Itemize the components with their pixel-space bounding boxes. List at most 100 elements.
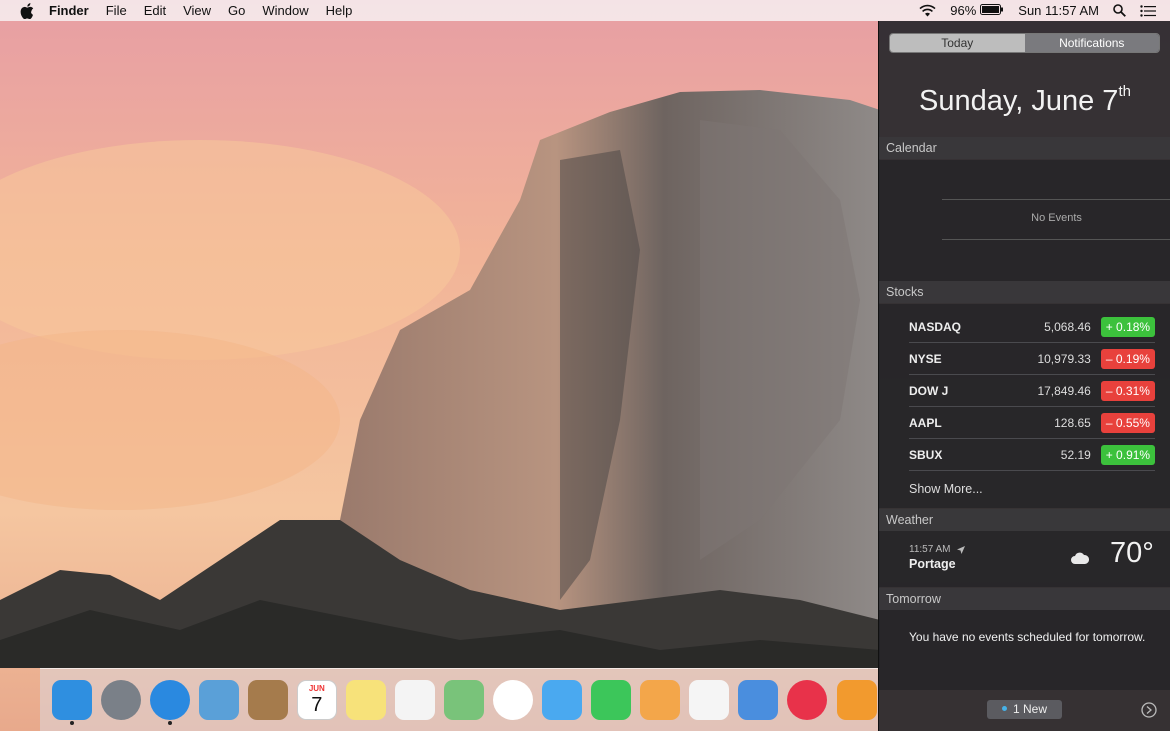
new-badge-label: 1 New <box>1012 702 1047 716</box>
location-arrow-icon <box>956 545 965 554</box>
today-date-text: Sunday, June 7 <box>919 85 1119 117</box>
dock-item-itunes[interactable] <box>784 674 831 726</box>
weather-time-text: 11:57 AM <box>909 544 951 555</box>
stocks-widget-header[interactable]: Stocks <box>879 281 1170 303</box>
stock-price: 52.19 <box>1060 447 1091 462</box>
today-date: Sunday, June 7th <box>879 83 1170 118</box>
notification-center-icon[interactable] <box>1140 4 1156 17</box>
menu-edit[interactable]: Edit <box>144 3 166 18</box>
battery-icon <box>980 3 1004 18</box>
stock-row[interactable]: AAPL 128.65 – 0.55% <box>909 407 1155 439</box>
tomorrow-summary: You have no events scheduled for tomorro… <box>909 630 1146 644</box>
calendar-widget-header[interactable]: Calendar <box>879 137 1170 159</box>
dock-item-calendar[interactable]: JUN 7 <box>293 674 340 726</box>
calendar-divider <box>942 239 1170 240</box>
menu-bar: Finder File Edit View Go Window Help 96%… <box>0 0 1170 21</box>
running-indicator <box>69 721 74 725</box>
dock-item-messages[interactable] <box>539 674 586 726</box>
dock-item-finder[interactable] <box>48 674 95 726</box>
messages-icon <box>542 680 583 720</box>
wifi-icon[interactable] <box>919 4 936 17</box>
numbers-icon <box>689 680 730 720</box>
stock-price: 17,849.46 <box>1037 383 1091 398</box>
stock-price: 5,068.46 <box>1044 319 1091 334</box>
stock-change-badge[interactable]: – 0.31% <box>1100 380 1155 401</box>
dock-item-photos[interactable] <box>490 674 537 726</box>
dock-item-notes[interactable] <box>342 674 389 726</box>
dock-item-keynote[interactable] <box>735 674 782 726</box>
stock-change-badge[interactable]: – 0.19% <box>1100 348 1155 369</box>
calendar-divider <box>942 199 1170 200</box>
new-widgets-button[interactable]: 1 New <box>987 700 1062 719</box>
dock-item-maps[interactable] <box>441 674 488 726</box>
dock-item-contacts[interactable] <box>244 674 291 726</box>
launchpad-icon <box>100 680 141 720</box>
tomorrow-widget-header[interactable]: Tomorrow <box>879 588 1170 610</box>
weather-widget-header[interactable]: Weather <box>879 509 1170 531</box>
dock-item-ibooks[interactable] <box>833 674 880 726</box>
nc-tab-switcher: Today Notifications <box>889 33 1160 53</box>
dock-item-pages[interactable] <box>637 674 684 726</box>
stock-change-badge[interactable]: + 0.91% <box>1100 444 1155 465</box>
running-indicator <box>167 721 172 725</box>
menu-go[interactable]: Go <box>228 3 245 18</box>
reminders-icon <box>394 680 435 720</box>
dock-item-facetime[interactable] <box>588 674 635 726</box>
app-menu-finder[interactable]: Finder <box>49 3 89 18</box>
spotlight-search-icon[interactable] <box>1113 4 1126 17</box>
battery-status[interactable]: 96% <box>950 3 1004 18</box>
stock-symbol: NYSE <box>909 351 942 366</box>
keynote-icon <box>738 680 779 720</box>
finder-icon <box>51 680 92 720</box>
stocks-show-more-link[interactable]: Show More... <box>909 482 983 496</box>
stock-symbol: DOW J <box>909 383 949 398</box>
stock-row[interactable]: NYSE 10,979.33 – 0.19% <box>909 343 1155 375</box>
contacts-icon <box>247 680 288 720</box>
tomorrow-widget <box>879 610 1170 690</box>
calendar-no-events: No Events <box>1031 212 1082 224</box>
cloud-icon <box>1071 551 1090 569</box>
nc-footer: 1 New <box>879 690 1170 731</box>
menu-window[interactable]: Window <box>262 3 308 18</box>
itunes-icon <box>787 680 828 720</box>
dock-item-reminders[interactable] <box>391 674 438 726</box>
stock-row[interactable]: NASDAQ 5,068.46 + 0.18% <box>909 311 1155 343</box>
tab-today[interactable]: Today <box>890 34 1025 52</box>
stock-symbol: AAPL <box>909 415 942 430</box>
dock-item-numbers[interactable] <box>686 674 733 726</box>
menu-help[interactable]: Help <box>326 3 353 18</box>
dock-item-mail[interactable] <box>195 674 242 726</box>
stock-row[interactable]: DOW J 17,849.46 – 0.31% <box>909 375 1155 407</box>
menu-view[interactable]: View <box>183 3 211 18</box>
stock-change-badge[interactable]: – 0.55% <box>1100 412 1155 433</box>
ibooks-icon <box>836 680 877 720</box>
tab-notifications[interactable]: Notifications <box>1024 34 1159 52</box>
notification-center-panel: Today Notifications Sunday, June 7th Cal… <box>878 21 1170 731</box>
dock-item-safari[interactable] <box>146 674 193 726</box>
photos-icon <box>493 680 534 720</box>
dock-item-launchpad[interactable] <box>97 674 144 726</box>
weather-location: Portage <box>909 557 956 571</box>
facetime-icon <box>591 680 632 720</box>
new-indicator-dot <box>1001 706 1007 712</box>
menu-file[interactable]: File <box>106 3 127 18</box>
weather-temperature: 70° <box>1110 537 1154 569</box>
dock: JUN 7 <box>40 668 880 731</box>
stock-row[interactable]: SBUX 52.19 + 0.91% <box>909 439 1155 471</box>
pages-icon <box>640 680 681 720</box>
nc-settings-icon[interactable] <box>1141 702 1157 723</box>
apple-icon[interactable] <box>17 2 37 19</box>
today-date-suffix: th <box>1118 83 1131 101</box>
stock-symbol: SBUX <box>909 447 943 462</box>
safari-icon <box>149 680 190 720</box>
notes-icon <box>345 680 386 720</box>
weather-time: 11:57 AM <box>909 544 965 555</box>
calendar-icon-month: JUN <box>308 684 325 693</box>
stock-price: 128.65 <box>1054 415 1091 430</box>
calendar-icon: JUN 7 <box>296 680 337 720</box>
mail-icon <box>198 680 239 720</box>
menu-clock[interactable]: Sun 11:57 AM <box>1018 3 1099 18</box>
calendar-icon-day: 7 <box>311 694 323 716</box>
stock-change-badge[interactable]: + 0.18% <box>1100 316 1155 337</box>
stock-price: 10,979.33 <box>1037 351 1091 366</box>
